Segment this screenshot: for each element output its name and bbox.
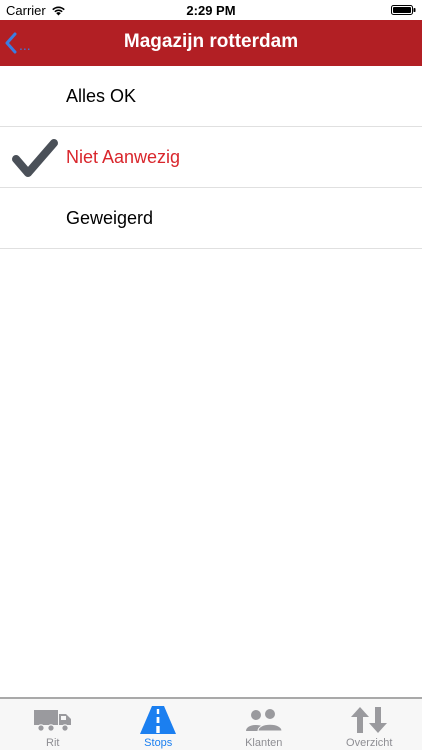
list-item-niet-aanwezig[interactable]: Niet Aanwezig	[0, 127, 422, 188]
list-item-geweigerd[interactable]: Geweigerd	[0, 188, 422, 249]
list-item-label: Geweigerd	[66, 208, 154, 228]
list-item-alles-ok[interactable]: Alles OK	[0, 66, 422, 127]
list-item-label: Alles OK	[66, 86, 137, 106]
tab-label: Stops	[144, 737, 173, 749]
navigation-bar: ... Magazijn rotterdam	[0, 20, 422, 66]
screen: Carrier 2:29 PM ... Magazijn rotterdam A…	[0, 0, 422, 750]
status-bar: Carrier 2:29 PM	[0, 0, 422, 20]
up-down-arrows-icon	[351, 707, 388, 733]
tab-label: Rit	[46, 737, 60, 749]
status-option-list: Alles OK Niet Aanwezig Geweigerd	[0, 66, 422, 249]
users-icon	[245, 708, 283, 732]
checkmark-icon	[12, 139, 58, 177]
tab-stops[interactable]: Stops	[106, 699, 212, 750]
tab-label: Klanten	[245, 737, 283, 749]
tab-bar: Rit Stops Klanten Overzicht	[0, 697, 422, 750]
tab-rit[interactable]: Rit	[0, 699, 106, 750]
list-item-label: Niet Aanwezig	[66, 147, 181, 167]
truck-icon	[33, 710, 71, 732]
status-time: 2:29 PM	[186, 3, 236, 18]
tab-overzicht[interactable]: Overzicht	[317, 699, 422, 750]
page-title: Magazijn rotterdam	[123, 31, 299, 52]
tab-label: Overzicht	[346, 737, 393, 749]
road-icon	[140, 706, 177, 734]
battery-icon	[391, 5, 416, 15]
tab-klanten[interactable]: Klanten	[211, 699, 317, 750]
